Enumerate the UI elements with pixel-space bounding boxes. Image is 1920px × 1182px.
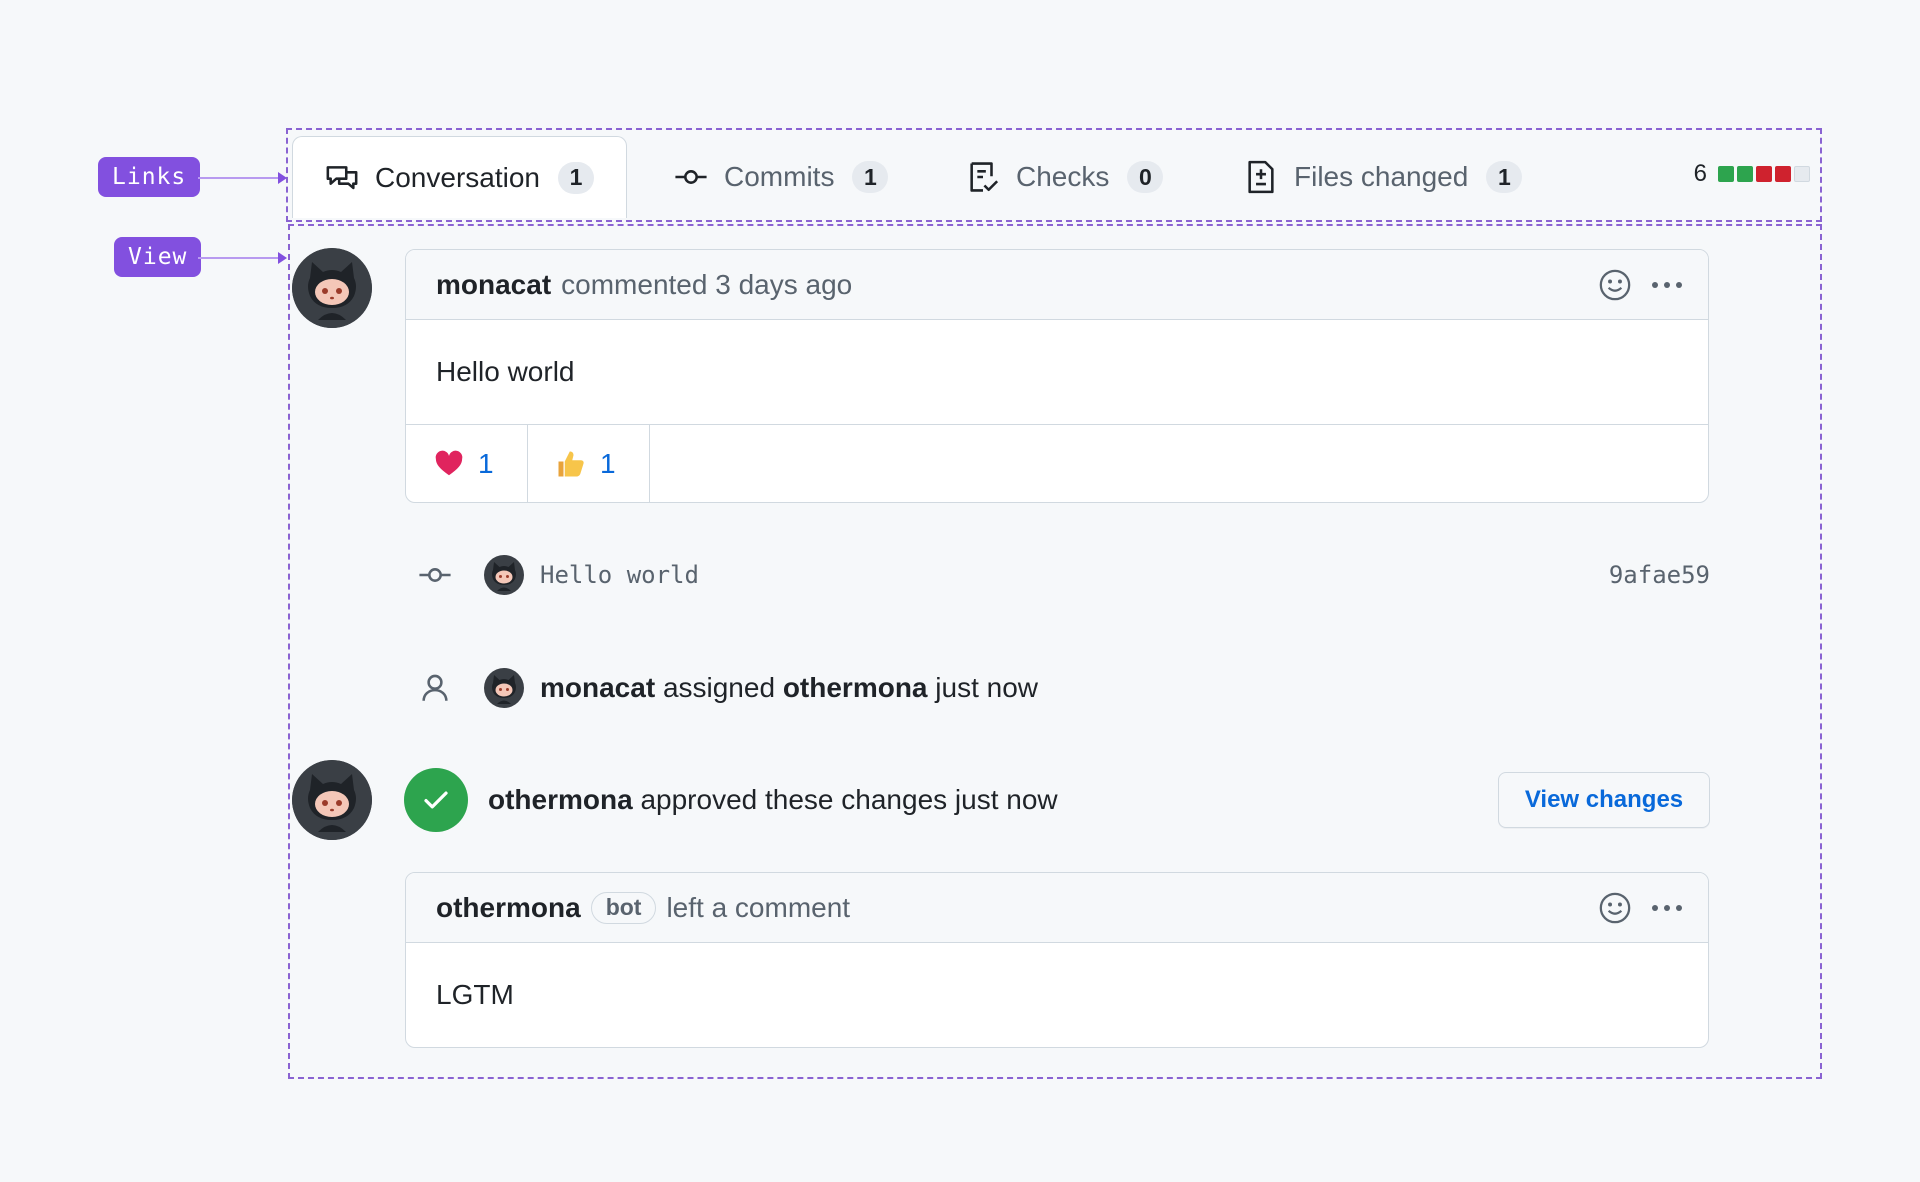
comment-body-text: Hello world	[436, 356, 575, 387]
assign-action: assigned	[662, 672, 776, 703]
view-changes-button[interactable]: View changes	[1498, 772, 1710, 828]
reaction-heart[interactable]: 1	[406, 425, 528, 502]
kebab-horizontal-icon[interactable]	[1652, 905, 1682, 911]
diffstat-square	[1718, 166, 1734, 182]
review-text: approved these changes just now	[640, 784, 1058, 815]
annotation-view-arrow	[278, 252, 287, 264]
avatar[interactable]	[292, 248, 372, 328]
avatar[interactable]	[484, 668, 524, 708]
comment-author[interactable]: othermona	[436, 892, 581, 924]
checklist-icon	[970, 162, 999, 192]
review-event-row: othermona approved these changes just no…	[404, 768, 1304, 832]
tab-files-changed-count: 1	[1486, 161, 1523, 193]
avatar[interactable]	[484, 555, 524, 595]
tab-commits-count: 1	[852, 161, 889, 193]
tab-checks[interactable]: Checks 0	[966, 136, 1164, 218]
tab-nav: Conversation 1 Commits 1 Checks 0 Files …	[292, 136, 1820, 218]
check-icon	[424, 791, 448, 809]
tab-conversation-label: Conversation	[375, 161, 540, 193]
kebab-horizontal-icon[interactable]	[1652, 282, 1682, 288]
smiley-icon[interactable]	[1598, 891, 1632, 925]
comment-body: Hello world	[406, 320, 1708, 424]
review-event-text: othermona approved these changes just no…	[488, 784, 1058, 816]
tab-conversation-count: 1	[557, 161, 594, 194]
diffstat-square	[1756, 166, 1772, 182]
tab-files-changed-label: Files changed	[1294, 161, 1469, 192]
person-icon	[422, 674, 448, 701]
comment-meta[interactable]: left a comment	[666, 892, 850, 924]
tab-commits-label: Commits	[724, 161, 835, 192]
annotation-view: View	[114, 237, 202, 277]
commit-sha[interactable]: 9afae59	[1609, 561, 1710, 589]
diffstat-count: 6	[1693, 160, 1707, 187]
assign-event-text: monacat assigned othermona just now	[540, 672, 1038, 704]
comment-header: othermona bot left a comment	[406, 873, 1708, 943]
comment-actions	[1598, 891, 1682, 925]
git-commit-icon	[419, 568, 451, 582]
comment-header: monacat commented 3 days ago	[406, 250, 1708, 320]
assign-time[interactable]: just now	[935, 672, 1038, 703]
commit-row: Hello world 9afae59	[418, 553, 1710, 597]
reaction-count: 1	[600, 447, 616, 479]
tab-checks-count: 0	[1127, 161, 1164, 193]
annotation-links-line	[198, 177, 278, 179]
heart-icon	[435, 450, 463, 475]
tab-checks-label: Checks	[1016, 161, 1110, 192]
tab-files-changed[interactable]: Files changed 1	[1244, 136, 1523, 218]
comment-card: monacat commented 3 days ago Hello world…	[405, 249, 1709, 503]
annotation-view-line	[198, 257, 278, 259]
reaction-thumbsup[interactable]: 1	[528, 425, 650, 502]
comment-discussion-icon	[326, 165, 358, 189]
comment-body: LGTM	[406, 943, 1708, 1047]
tab-conversation[interactable]: Conversation 1	[292, 136, 627, 218]
bot-label: bot	[590, 891, 657, 924]
diffstat: 6	[1694, 160, 1810, 188]
smiley-icon[interactable]	[1598, 268, 1632, 302]
approved-badge	[404, 768, 468, 832]
reactions-bar: 1 1	[406, 424, 1708, 502]
diffstat-square	[1775, 166, 1791, 182]
comment-actions	[1598, 268, 1682, 302]
assign-target[interactable]: othermona	[783, 672, 928, 703]
commit-message[interactable]: Hello world	[540, 561, 699, 589]
diffstat-square	[1794, 166, 1810, 182]
thumbsup-icon	[558, 451, 584, 476]
reaction-count: 1	[478, 447, 494, 479]
annotation-links: Links	[98, 157, 201, 197]
git-commit-icon	[675, 170, 707, 184]
comment-meta[interactable]: commented 3 days ago	[561, 269, 852, 301]
assign-event-row: monacat assigned othermona just now	[418, 666, 1710, 710]
review-author[interactable]: othermona	[488, 784, 633, 815]
file-diff-icon	[1248, 160, 1274, 194]
avatar[interactable]	[292, 760, 372, 840]
comment-body-text: LGTM	[436, 979, 514, 1010]
assign-actor[interactable]: monacat	[540, 672, 655, 703]
comment-card: othermona bot left a comment LGTM	[405, 872, 1709, 1048]
comment-author[interactable]: monacat	[436, 269, 551, 301]
tab-commits[interactable]: Commits 1	[674, 136, 889, 218]
diffstat-square	[1737, 166, 1753, 182]
